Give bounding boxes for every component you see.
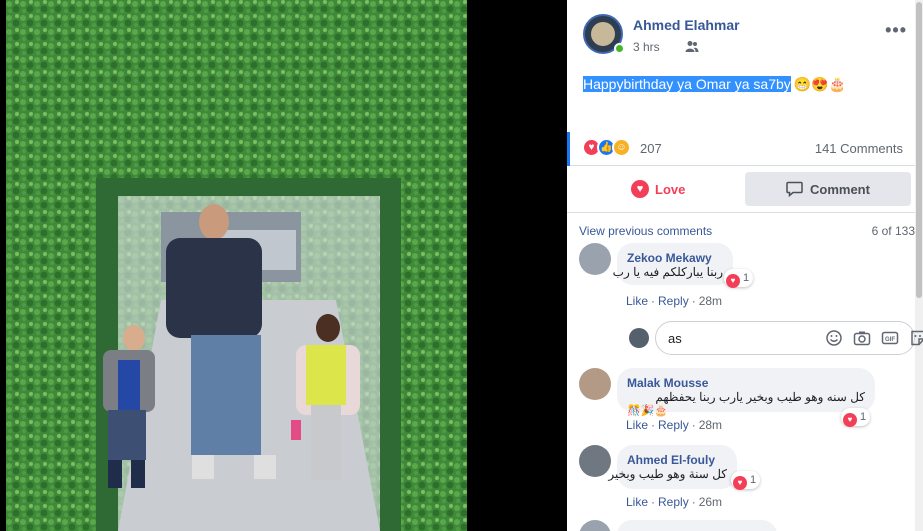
post-message: Happybirthday ya Omar ya sa7by 😁😍🎂 bbox=[583, 76, 846, 93]
comment-text: كل سنه وهو طيب وبخير يارب ربنا يحفظهم bbox=[655, 390, 865, 404]
reaction-count[interactable]: 207 bbox=[640, 141, 662, 156]
love-label: Love bbox=[655, 182, 686, 197]
comment-item: Ahmed El-fouly كل سنة وهو طيب وبخير ♥ 1 L… bbox=[579, 445, 909, 513]
comment-reactions[interactable]: ♥ 1 bbox=[841, 408, 871, 427]
comment-icon bbox=[786, 181, 803, 197]
sticker-icon[interactable] bbox=[909, 329, 923, 347]
commenter-avatar[interactable] bbox=[579, 243, 611, 275]
post-sidebar: Ahmed Elahmar 3 hrs ••• Happybirthday ya… bbox=[567, 0, 923, 531]
reply-link[interactable]: Reply bbox=[658, 294, 689, 308]
post-actions: ♥ Love Comment bbox=[579, 172, 911, 206]
photo-pane bbox=[0, 0, 567, 531]
comment-time[interactable]: 26m bbox=[699, 495, 722, 509]
comment-label: Comment bbox=[810, 182, 870, 197]
comment-bubble: Malak Mousse كل سنه وهو طيب وبخير يارب ر… bbox=[617, 368, 875, 417]
commenter-avatar[interactable] bbox=[579, 445, 611, 477]
heart-icon: ♥ bbox=[843, 413, 857, 427]
comment-actions: Like · Reply · 28m bbox=[626, 294, 723, 308]
view-previous-comments-link[interactable]: View previous comments bbox=[579, 224, 712, 238]
current-user-avatar bbox=[629, 328, 649, 348]
comment-item: Malak Mousse كل سنه وهو طيب وبخير يارب ر… bbox=[579, 368, 909, 436]
comment-bubble bbox=[617, 520, 777, 531]
reaction-icons[interactable]: ♥ 👍 ☺ bbox=[582, 138, 636, 158]
post-text-selected: Happybirthday ya Omar ya sa7by bbox=[583, 76, 791, 92]
author-name[interactable]: Ahmed Elahmar bbox=[633, 17, 740, 33]
post-emojis: 😁😍🎂 bbox=[793, 76, 847, 92]
comment-emojis: 🎊🎉🎂 bbox=[627, 405, 669, 417]
gif-icon[interactable]: GIF bbox=[881, 329, 899, 347]
focus-accent bbox=[567, 132, 570, 166]
reply-link[interactable]: Reply bbox=[658, 495, 689, 509]
reply-link[interactable]: Reply bbox=[658, 418, 689, 432]
commenter-name[interactable]: Ahmed El-fouly bbox=[627, 453, 727, 467]
comment-reactions[interactable]: ♥ 1 bbox=[731, 471, 761, 490]
comment-actions: Like · Reply · 28m bbox=[626, 418, 723, 432]
care-reaction-icon: ☺ bbox=[612, 138, 631, 157]
comment-button[interactable]: Comment bbox=[745, 172, 911, 206]
scrollbar-thumb[interactable] bbox=[916, 2, 922, 298]
comment-reactions[interactable]: ♥ 1 bbox=[724, 269, 754, 288]
comment-time[interactable]: 28m bbox=[699, 294, 722, 308]
commenter-avatar[interactable] bbox=[579, 368, 611, 400]
divider bbox=[567, 212, 915, 213]
reply-tools: GIF bbox=[825, 329, 923, 347]
commenter-name[interactable]: Zekoo Mekawy bbox=[627, 251, 723, 265]
comments-count[interactable]: 141 Comments bbox=[815, 141, 903, 156]
like-link[interactable]: Like bbox=[626, 294, 648, 308]
reactions-bar: ♥ 👍 ☺ 207 141 Comments bbox=[567, 132, 915, 166]
heart-icon: ♥ bbox=[733, 476, 747, 490]
post-time[interactable]: 3 hrs bbox=[633, 40, 660, 54]
photo-viewer: Ahmed Elahmar 3 hrs ••• Happybirthday ya… bbox=[0, 0, 923, 531]
emoji-icon[interactable] bbox=[825, 329, 843, 347]
comment-bubble: Zekoo Mekawy ربنا يباركلكم فيه يا رب bbox=[612, 243, 733, 285]
comment-bubble: Ahmed El-fouly كل سنة وهو طيب وبخير bbox=[608, 445, 737, 489]
commenter-name[interactable]: Malak Mousse bbox=[627, 376, 865, 390]
scrollbar[interactable] bbox=[915, 0, 923, 531]
heart-icon: ♥ bbox=[726, 274, 740, 288]
comment-actions: Like · Reply · 26m bbox=[626, 495, 723, 509]
comment-text: ربنا يباركلكم فيه يا رب bbox=[612, 265, 723, 279]
more-options-icon[interactable]: ••• bbox=[885, 20, 907, 41]
love-button[interactable]: ♥ Love bbox=[579, 172, 739, 206]
comments-pager: 6 of 133 bbox=[871, 224, 915, 238]
comment-item bbox=[579, 520, 909, 531]
svg-text:GIF: GIF bbox=[885, 337, 895, 343]
comment-text: كل سنة وهو طيب وبخير bbox=[608, 467, 727, 481]
comment-time[interactable]: 28m bbox=[699, 418, 722, 432]
like-link[interactable]: Like bbox=[626, 495, 648, 509]
heart-icon: ♥ bbox=[631, 180, 649, 198]
like-link[interactable]: Like bbox=[626, 418, 648, 432]
post-photo[interactable] bbox=[6, 0, 467, 531]
online-status-icon bbox=[614, 43, 625, 54]
camera-icon[interactable] bbox=[853, 329, 871, 347]
commenter-avatar[interactable] bbox=[579, 520, 611, 531]
post-header: Ahmed Elahmar 3 hrs ••• bbox=[583, 14, 913, 56]
friends-audience-icon[interactable] bbox=[685, 40, 699, 53]
comment-item: Zekoo Mekawy ربنا يباركلكم فيه يا رب ♥ 1 … bbox=[579, 243, 909, 313]
reply-box: GIF bbox=[629, 321, 923, 355]
